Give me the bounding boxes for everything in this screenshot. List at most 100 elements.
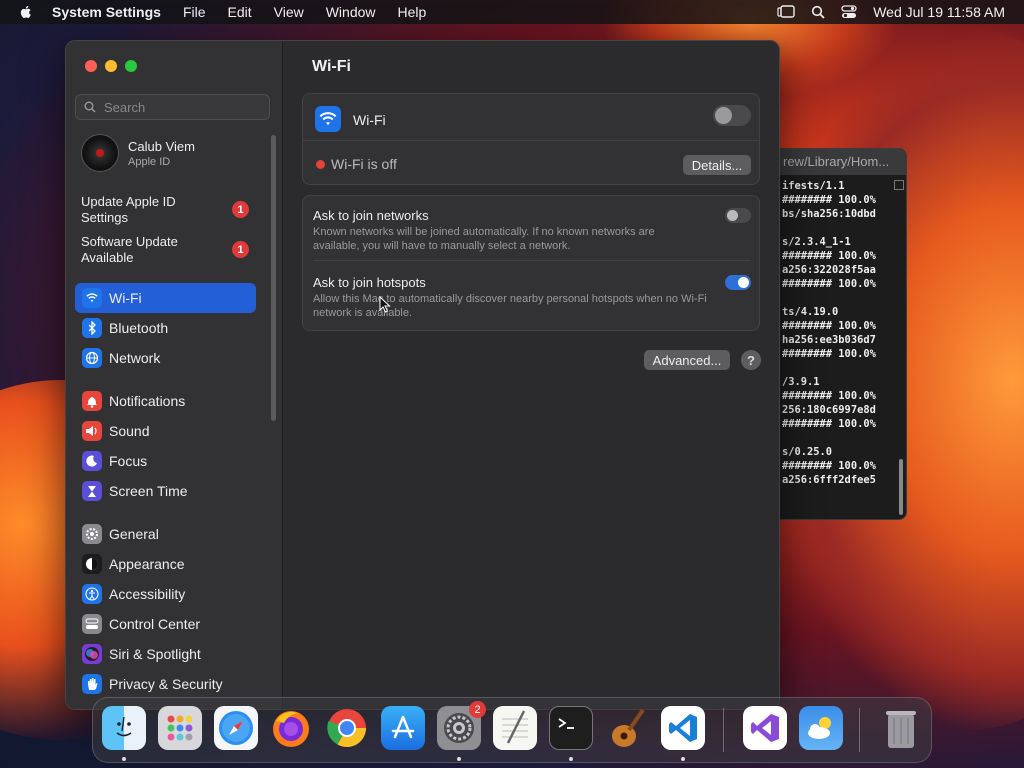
dock-textedit[interactable] xyxy=(493,706,537,750)
bell-icon xyxy=(82,391,102,411)
dock-visual-studio[interactable] xyxy=(743,706,787,750)
sidebar-item-label: Sound xyxy=(109,423,150,439)
hand-icon xyxy=(82,674,102,694)
spotlight-search-icon[interactable] xyxy=(811,5,825,19)
terminal-icon xyxy=(558,718,574,729)
sidebar-item-label: Siri & Spotlight xyxy=(109,646,201,662)
running-indicator xyxy=(457,757,461,761)
chrome-icon xyxy=(327,709,367,748)
user-subtitle: Apple ID xyxy=(128,155,171,168)
dock-trash[interactable] xyxy=(879,706,923,750)
dock-separator xyxy=(859,708,860,752)
sidebar-item-label: Bluetooth xyxy=(109,320,169,336)
sidebar-item-general[interactable]: General xyxy=(75,519,256,549)
update-apple-id-label: Update Apple ID Settings xyxy=(81,194,176,225)
sidebar-item-label: Privacy & Security xyxy=(109,676,223,692)
dock-firefox[interactable] xyxy=(269,706,313,750)
wifi-icon xyxy=(315,106,341,132)
sidebar-item-label: Control Center xyxy=(109,616,201,632)
menu-window[interactable]: Window xyxy=(326,4,376,20)
close-button[interactable] xyxy=(85,60,97,72)
sidebar-item-label: Network xyxy=(109,350,161,366)
accessibility-icon xyxy=(82,584,102,604)
sidebar-scrollbar[interactable] xyxy=(271,135,276,421)
guitar-icon xyxy=(612,708,645,747)
dock-terminal[interactable] xyxy=(549,706,593,750)
zoom-button[interactable] xyxy=(125,60,137,72)
bluetooth-icon xyxy=(82,318,102,338)
apple-id-account[interactable]: Calub Viem Apple ID xyxy=(81,134,195,172)
running-indicator xyxy=(681,757,685,761)
help-button[interactable]: ? xyxy=(741,350,761,370)
search-input[interactable] xyxy=(102,98,256,116)
terminal-scrollbar[interactable] xyxy=(899,459,903,515)
dock: 2 xyxy=(92,697,932,763)
siri-icon xyxy=(82,644,102,664)
ask-hotspots-toggle[interactable] xyxy=(725,275,751,290)
stage-manager-icon[interactable] xyxy=(777,5,795,19)
dock-finder[interactable] xyxy=(102,706,146,750)
update-apple-id-badge: 1 xyxy=(232,201,249,218)
speaker-icon xyxy=(82,421,102,441)
dock-app-store[interactable] xyxy=(381,706,425,750)
sidebar-item-focus[interactable]: Focus xyxy=(75,446,256,476)
safari-icon xyxy=(219,711,253,745)
wifi-label: Wi-Fi xyxy=(353,112,386,128)
terminal-window[interactable]: rew/Library/Hom... ifests/1.1 ######## 1… xyxy=(778,148,907,520)
dock-chrome[interactable] xyxy=(325,706,369,750)
menu-help[interactable]: Help xyxy=(398,4,427,20)
sidebar: Calub Viem Apple ID Update Apple ID Sett… xyxy=(66,41,283,709)
trash-icon xyxy=(886,711,916,748)
sidebar-item-label: Screen Time xyxy=(109,483,188,499)
minimize-button[interactable] xyxy=(105,60,117,72)
page-title: Wi-Fi xyxy=(312,58,351,75)
hourglass-icon xyxy=(82,481,102,501)
running-indicator xyxy=(569,757,573,761)
dock-vscode[interactable] xyxy=(661,706,705,750)
ask-networks-toggle[interactable] xyxy=(725,208,751,223)
sidebar-item-label: Focus xyxy=(109,453,148,469)
avatar xyxy=(81,134,119,172)
menu-clock[interactable]: Wed Jul 19 11:58 AM xyxy=(873,4,1005,20)
control-center-icon[interactable] xyxy=(841,5,857,19)
menu-view[interactable]: View xyxy=(274,4,304,20)
dock-weather[interactable] xyxy=(799,706,843,750)
sidebar-item-siri-spotlight[interactable]: Siri & Spotlight xyxy=(75,639,256,669)
sidebar-item-appearance[interactable]: Appearance xyxy=(75,549,256,579)
sidebar-item-notifications[interactable]: Notifications xyxy=(75,386,256,416)
appearance-icon xyxy=(82,554,102,574)
textedit-icon xyxy=(502,710,528,744)
menu-app-name[interactable]: System Settings xyxy=(52,4,161,20)
advanced-button[interactable]: Advanced... xyxy=(644,350,730,370)
sidebar-item-label: Notifications xyxy=(109,393,186,409)
ask-hotspots-desc: Allow this Mac to automatically discover… xyxy=(313,293,707,319)
sidebar-item-sound[interactable]: Sound xyxy=(75,416,256,446)
app-store-icon xyxy=(391,715,415,739)
weather-icon xyxy=(808,717,831,739)
sidebar-item-label: Wi-Fi xyxy=(109,290,142,306)
dock-safari[interactable] xyxy=(214,706,258,750)
divider xyxy=(313,260,751,261)
details-button[interactable]: Details... xyxy=(683,155,751,175)
sidebar-item-wi-fi[interactable]: Wi-Fi xyxy=(75,283,256,313)
sidebar-item-screen-time[interactable]: Screen Time xyxy=(75,476,256,506)
sidebar-item-label: General xyxy=(109,526,159,542)
sidebar-item-privacy-security[interactable]: Privacy & Security xyxy=(75,669,256,699)
apple-menu-icon[interactable] xyxy=(18,4,34,20)
dock-launchpad[interactable] xyxy=(158,706,202,750)
system-settings-window: Calub Viem Apple ID Update Apple ID Sett… xyxy=(65,40,780,710)
sidebar-item-network[interactable]: Network xyxy=(75,343,256,373)
sidebar-item-bluetooth[interactable]: Bluetooth xyxy=(75,313,256,343)
ask-networks-desc: Known networks will be joined automatica… xyxy=(313,226,655,252)
menu-file[interactable]: File xyxy=(183,4,206,20)
dock-separator xyxy=(723,708,724,752)
sidebar-item-accessibility[interactable]: Accessibility xyxy=(75,579,256,609)
menu-edit[interactable]: Edit xyxy=(228,4,252,20)
ask-networks-title: Ask to join networks xyxy=(313,208,429,223)
search-field[interactable] xyxy=(75,94,270,120)
sidebar-item-control-center[interactable]: Control Center xyxy=(75,609,256,639)
finder-icon xyxy=(116,716,132,737)
wifi-toggle[interactable] xyxy=(713,105,751,126)
dock-garageband[interactable] xyxy=(605,706,649,750)
running-indicator xyxy=(122,757,126,761)
